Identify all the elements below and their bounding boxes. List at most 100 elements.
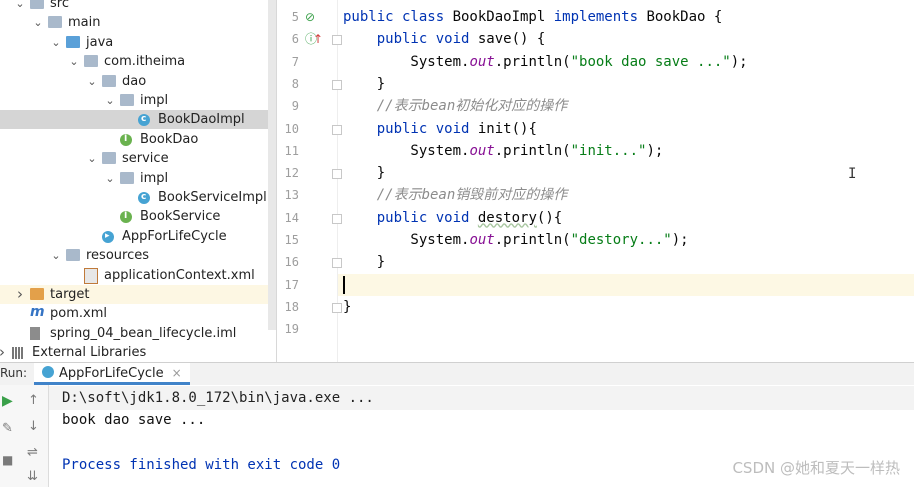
rerun-icon[interactable]: ▶ [2,393,13,409]
code-line[interactable]: public void destory(){ [343,207,903,229]
tree-item-bookdaoimpl[interactable]: BookDaoImpl [0,110,268,130]
code-line[interactable]: public void save() { [343,28,903,50]
tree-item-bookdao[interactable]: BookDao [0,130,268,149]
tree-item-service[interactable]: ⌄ service [0,149,268,168]
code-line[interactable]: } [343,73,903,95]
fold-marker-icon[interactable] [332,124,342,135]
class-icon [138,110,150,129]
run-tab-label: AppForLifeCycle [59,366,164,381]
up-arrow-icon[interactable]: ↑ [28,393,39,408]
tree-item-main[interactable]: ⌄ main [0,13,268,32]
close-icon[interactable]: × [172,366,182,380]
console-command-line: D:\soft\jdk1.8.0_172\bin\java.exe ... [62,390,374,406]
chevron-down-icon[interactable]: ⌄ [68,52,80,71]
tree-item-label: BookDaoImpl [158,112,245,128]
code-line[interactable]: public class BookDaoImpl implements Book… [343,6,903,28]
source-folder-icon [66,35,80,48]
code-token: } [343,165,386,182]
tree-item-label: BookDao [140,131,199,147]
code-line[interactable] [343,318,903,340]
code-line[interactable]: } [343,251,903,273]
code-line[interactable]: } [343,296,903,318]
down-arrow-icon[interactable]: ↓ [28,419,39,434]
code-line[interactable]: System.out.println("destory..."); [343,229,903,251]
maven-icon: m [30,304,45,321]
chevron-down-icon[interactable]: ⌄ [104,169,116,188]
implements-interface-icon[interactable]: ⊘ [305,6,315,28]
line-number: 15 [284,233,299,247]
code-token: ); [671,232,689,248]
library-icon [12,347,24,360]
chevron-down-icon[interactable]: ⌄ [14,0,26,13]
chevron-down-icon[interactable]: ⌄ [50,33,62,52]
tree-item-bookserviceimpl[interactable]: BookServiceImpl [0,188,268,207]
chevron-down-icon[interactable]: ⌄ [86,72,98,91]
interface-icon [120,130,132,149]
wrench-icon[interactable]: ✎ [2,421,13,436]
tree-item-com-itheima[interactable]: ⌄ com.itheima [0,52,268,71]
tree-item-label: AppForLifeCycle [122,228,227,244]
code-line[interactable]: //表示bean销毁前对应的操作 [343,184,903,206]
project-tree-scrollbar[interactable] [268,0,276,330]
code-token: .println( [494,142,571,159]
console-output-line: book dao save ... [62,412,206,428]
tree-item-label: impl [140,170,169,186]
fold-marker-icon[interactable] [332,79,342,90]
code-line[interactable]: } [343,162,903,184]
soft-wrap-icon[interactable]: ⇌ [27,445,38,460]
text-caret [343,275,345,294]
chevron-down-icon[interactable]: ⌄ [32,13,44,32]
tree-item-bookservice[interactable]: BookService [0,207,268,226]
code-line[interactable]: System.out.println("book dao save ..."); [343,51,903,73]
code-token: destory [477,209,537,226]
code-token: .println( [494,53,571,70]
code-token: out [469,142,495,159]
line-number: 6 [291,32,299,47]
folder-icon [30,0,44,9]
run-tab-appforlifecycle[interactable]: AppForLifeCycle × [34,363,190,385]
go-to-super-icon[interactable]: ↑ [313,28,323,50]
code-token: BookDaoImpl [452,9,554,25]
code-token: public void [376,120,478,137]
iml-icon [30,326,40,340]
chevron-right-icon[interactable]: › [0,343,8,362]
chevron-down-icon[interactable]: ⌄ [50,246,62,265]
code-token: implements [553,9,647,25]
project-tree[interactable]: ⌄ src ⌄ main ⌄ java ⌄ com.itheima ⌄ dao ⌄ impl BookD… [0,0,268,362]
tree-item-java[interactable]: ⌄ java [0,33,268,52]
chevron-right-icon[interactable]: › [14,285,26,304]
tree-item-src[interactable]: ⌄ src [0,0,268,13]
scroll-to-end-icon[interactable]: ⇊ [27,469,38,484]
tree-item-label: src [50,0,69,11]
fold-marker-icon[interactable] [332,213,342,224]
tree-item-resources[interactable]: ⌄ resources [0,246,268,265]
tree-item-pom-xml[interactable]: m pom.xml [0,304,268,323]
chevron-down-icon[interactable]: ⌄ [104,91,116,110]
code-line[interactable] [343,274,903,296]
fold-marker-icon[interactable] [332,258,342,269]
stop-icon[interactable]: ■ [2,453,13,467]
tree-item-impl[interactable]: ⌄ impl [0,91,268,110]
chevron-down-icon[interactable]: ⌄ [86,149,98,168]
code-line[interactable]: System.out.println("init..."); [343,140,903,162]
fold-marker-icon[interactable] [332,169,342,180]
code-line[interactable]: public void init(){ [343,118,903,140]
fold-marker-icon[interactable] [332,302,342,313]
tree-item-label: com.itheima [104,54,186,70]
tree-item-impl[interactable]: ⌄ impl [0,169,268,188]
fold-marker-icon[interactable] [332,35,342,46]
tree-item-applicationcontext-xml[interactable]: applicationContext.xml [0,266,268,285]
tree-item-external-libraries[interactable]: › External Libraries [0,343,268,362]
tree-item-appforlifecycle[interactable]: AppForLifeCycle [0,227,268,246]
tree-item-target[interactable]: › target [0,285,268,304]
code-token: public void [376,31,478,48]
package-icon [84,55,98,68]
line-number: 19 [284,322,299,337]
code-line[interactable]: //表示bean初始化对应的操作 [343,95,903,117]
tree-item-dao[interactable]: ⌄ dao [0,72,268,91]
tree-item-spring-04-bean-lifecycle-iml[interactable]: spring_04_bean_lifecycle.iml [0,324,268,343]
code-token: "destory..." [570,232,672,248]
